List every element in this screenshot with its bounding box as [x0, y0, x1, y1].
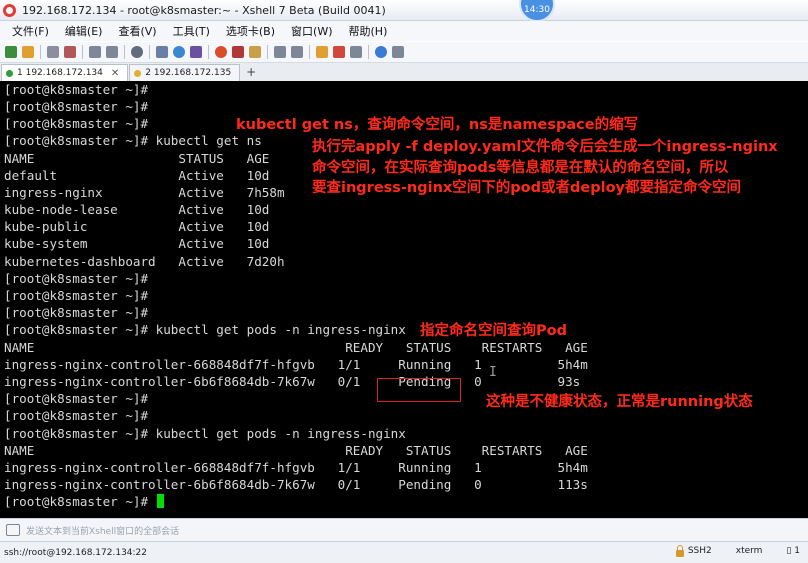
protocol-label: SSH2	[687, 546, 712, 556]
status-right-group: SSH2 xterm ▯ 1	[675, 544, 800, 557]
toolbar-separator	[149, 45, 150, 59]
menu-bar: 文件(F) 编辑(E) 查看(V) 工具(T) 选项卡(B) 窗口(W) 帮助(…	[0, 21, 808, 41]
terminal-line: [root@k8smaster ~]#	[4, 305, 149, 320]
terminal-output[interactable]: [root@k8smaster ~]# [root@k8smaster ~]# …	[0, 81, 808, 518]
terminal-line: ingress-nginx-controller-668848df7f-hfgv…	[4, 460, 588, 475]
terminal-line: NAME STATUS AGE	[4, 151, 270, 166]
toolbar-separator	[82, 45, 83, 59]
menu-tabs[interactable]: 选项卡(B)	[226, 23, 275, 39]
terminal-line: [root@k8smaster ~]#	[4, 391, 149, 406]
print-icon[interactable]	[156, 46, 168, 58]
layout-icon[interactable]	[350, 46, 362, 58]
add-tab-icon[interactable]: +	[246, 65, 256, 79]
terminal-line: ingress-nginx-controller-6b6f8684db-7k67…	[4, 477, 588, 492]
xftp-icon[interactable]	[215, 46, 227, 58]
paste-icon[interactable]	[106, 46, 118, 58]
copy-icon[interactable]	[89, 46, 101, 58]
search-icon[interactable]	[131, 46, 143, 58]
tab-label: 1 192.168.172.134	[17, 68, 103, 78]
terminal-line: kube-node-lease Active 10d	[4, 202, 270, 217]
pending-highlight-box	[377, 378, 461, 402]
terminal-line: NAME READY STATUS RESTARTS AGE	[4, 443, 588, 458]
terminal-line: ingress-nginx-controller-668848df7f-hfgv…	[4, 357, 588, 372]
terminal-line: kube-system Active 10d	[4, 236, 270, 251]
connection-address: ssh://root@192.168.172.134:22	[4, 547, 148, 558]
open-folder-icon[interactable]	[22, 46, 34, 58]
terminal-type-label: xterm	[735, 546, 763, 556]
terminal-line: default Active 10d	[4, 168, 270, 183]
annotation-apply-line-1: 执行完apply -f deploy.yaml文件命令后会生成一个ingress…	[312, 139, 778, 155]
terminal-line: [root@k8smaster ~]#	[4, 408, 149, 423]
menu-edit[interactable]: 编辑(E)	[65, 23, 103, 39]
toolbar	[0, 42, 808, 63]
prompt-text: [root@k8smaster ~]#	[4, 494, 156, 509]
terminal-prompt: [root@k8smaster ~]#	[4, 493, 164, 510]
toolbar-separator	[368, 45, 369, 59]
terminal-line: [root@k8smaster ~]#	[4, 99, 149, 114]
menu-window[interactable]: 窗口(W)	[291, 23, 332, 39]
tab-session-2[interactable]: 2 192.168.172.135	[129, 64, 241, 81]
tab-session-1[interactable]: 1 192.168.172.134 ✕	[1, 64, 129, 81]
menu-file[interactable]: 文件(F)	[12, 23, 49, 39]
terminal-line: kube-public Active 10d	[4, 219, 270, 234]
globe-icon[interactable]	[173, 46, 185, 58]
menu-tools[interactable]: 工具(T)	[173, 23, 210, 39]
status-dot-icon	[134, 69, 142, 77]
annotation-apply-line-2: 命令空间，在实际查询pods等信息都是在默认的命名空间，所以	[312, 160, 729, 176]
lock-icon[interactable]	[249, 46, 261, 58]
title-bar: 192.168.172.134 - root@k8smaster:~ - Xsh…	[0, 0, 808, 21]
annotation-apply-line-3: 要查ingress-nginx空间下的pod或者deploy都要指定命令空间	[312, 180, 741, 196]
script-icon[interactable]	[291, 46, 303, 58]
toolbar-separator	[208, 45, 209, 59]
terminal-line: [root@k8smaster ~]# kubectl get pods -n …	[4, 322, 406, 337]
terminal-line: [root@k8smaster ~]# kubectl get ns	[4, 133, 262, 148]
status-dot-icon	[6, 69, 13, 77]
close-icon[interactable]: ✕	[111, 68, 119, 79]
tab-manager-icon[interactable]	[333, 46, 345, 58]
xmanager-icon[interactable]	[232, 46, 244, 58]
toolbar-separator	[40, 45, 41, 59]
tab-label: 2 192.168.172.135	[145, 68, 232, 78]
new-session-icon[interactable]	[5, 46, 17, 58]
font-icon[interactable]	[190, 46, 202, 58]
connect-icon[interactable]	[47, 46, 59, 58]
terminal-line: [root@k8smaster ~]#	[4, 82, 149, 97]
compose-icon[interactable]	[316, 46, 328, 58]
annotation-pod-query: 指定命名空间查询Pod	[420, 323, 567, 339]
text-cursor-icon: I	[489, 365, 497, 380]
annotation-status: 这种是不健康状态，正常是running状态	[486, 394, 753, 410]
menu-view[interactable]: 查看(V)	[118, 23, 156, 39]
terminal-line: [root@k8smaster ~]#	[4, 271, 149, 286]
help-icon[interactable]	[375, 46, 387, 58]
terminal-line: kubernetes-dashboard Active 7d20h	[4, 254, 285, 269]
cursor-block	[156, 494, 164, 508]
menu-help[interactable]: 帮助(H)	[349, 23, 388, 39]
compose-placeholder: 发送文本到当前Xshell窗口的全部会话	[26, 526, 180, 537]
toolbar-separator	[124, 45, 125, 59]
toolbar-separator	[309, 45, 310, 59]
disconnect-icon[interactable]	[64, 46, 76, 58]
terminal-line: ingress-nginx Active 7h58m	[4, 185, 285, 200]
chat-icon[interactable]	[392, 46, 404, 58]
secure-lock-icon	[675, 544, 684, 557]
toolbar-separator	[267, 45, 268, 59]
session-tab-bar: 1 192.168.172.134 ✕ 2 192.168.172.135 +	[0, 63, 808, 81]
status-bar: ssh://root@192.168.172.134:22 SSH2 xterm…	[0, 541, 808, 563]
terminal-size-label: ▯ 1	[786, 546, 800, 556]
terminal-line: [root@k8smaster ~]#	[4, 116, 149, 131]
keyboard-icon[interactable]	[274, 46, 286, 58]
terminal-line: [root@k8smaster ~]# kubectl get pods -n …	[4, 426, 406, 441]
xshell-logo-icon	[3, 3, 16, 17]
terminal-line: [root@k8smaster ~]#	[4, 288, 149, 303]
compose-bar[interactable]: 发送文本到当前Xshell窗口的全部会话	[0, 518, 808, 541]
terminal-line: NAME READY STATUS RESTARTS AGE	[4, 340, 588, 355]
compose-icon	[6, 524, 20, 536]
window-title: 192.168.172.134 - root@k8smaster:~ - Xsh…	[22, 3, 386, 17]
annotation-ns: kubectl get ns，查询命令空间，ns是namespace的缩写	[236, 117, 639, 133]
